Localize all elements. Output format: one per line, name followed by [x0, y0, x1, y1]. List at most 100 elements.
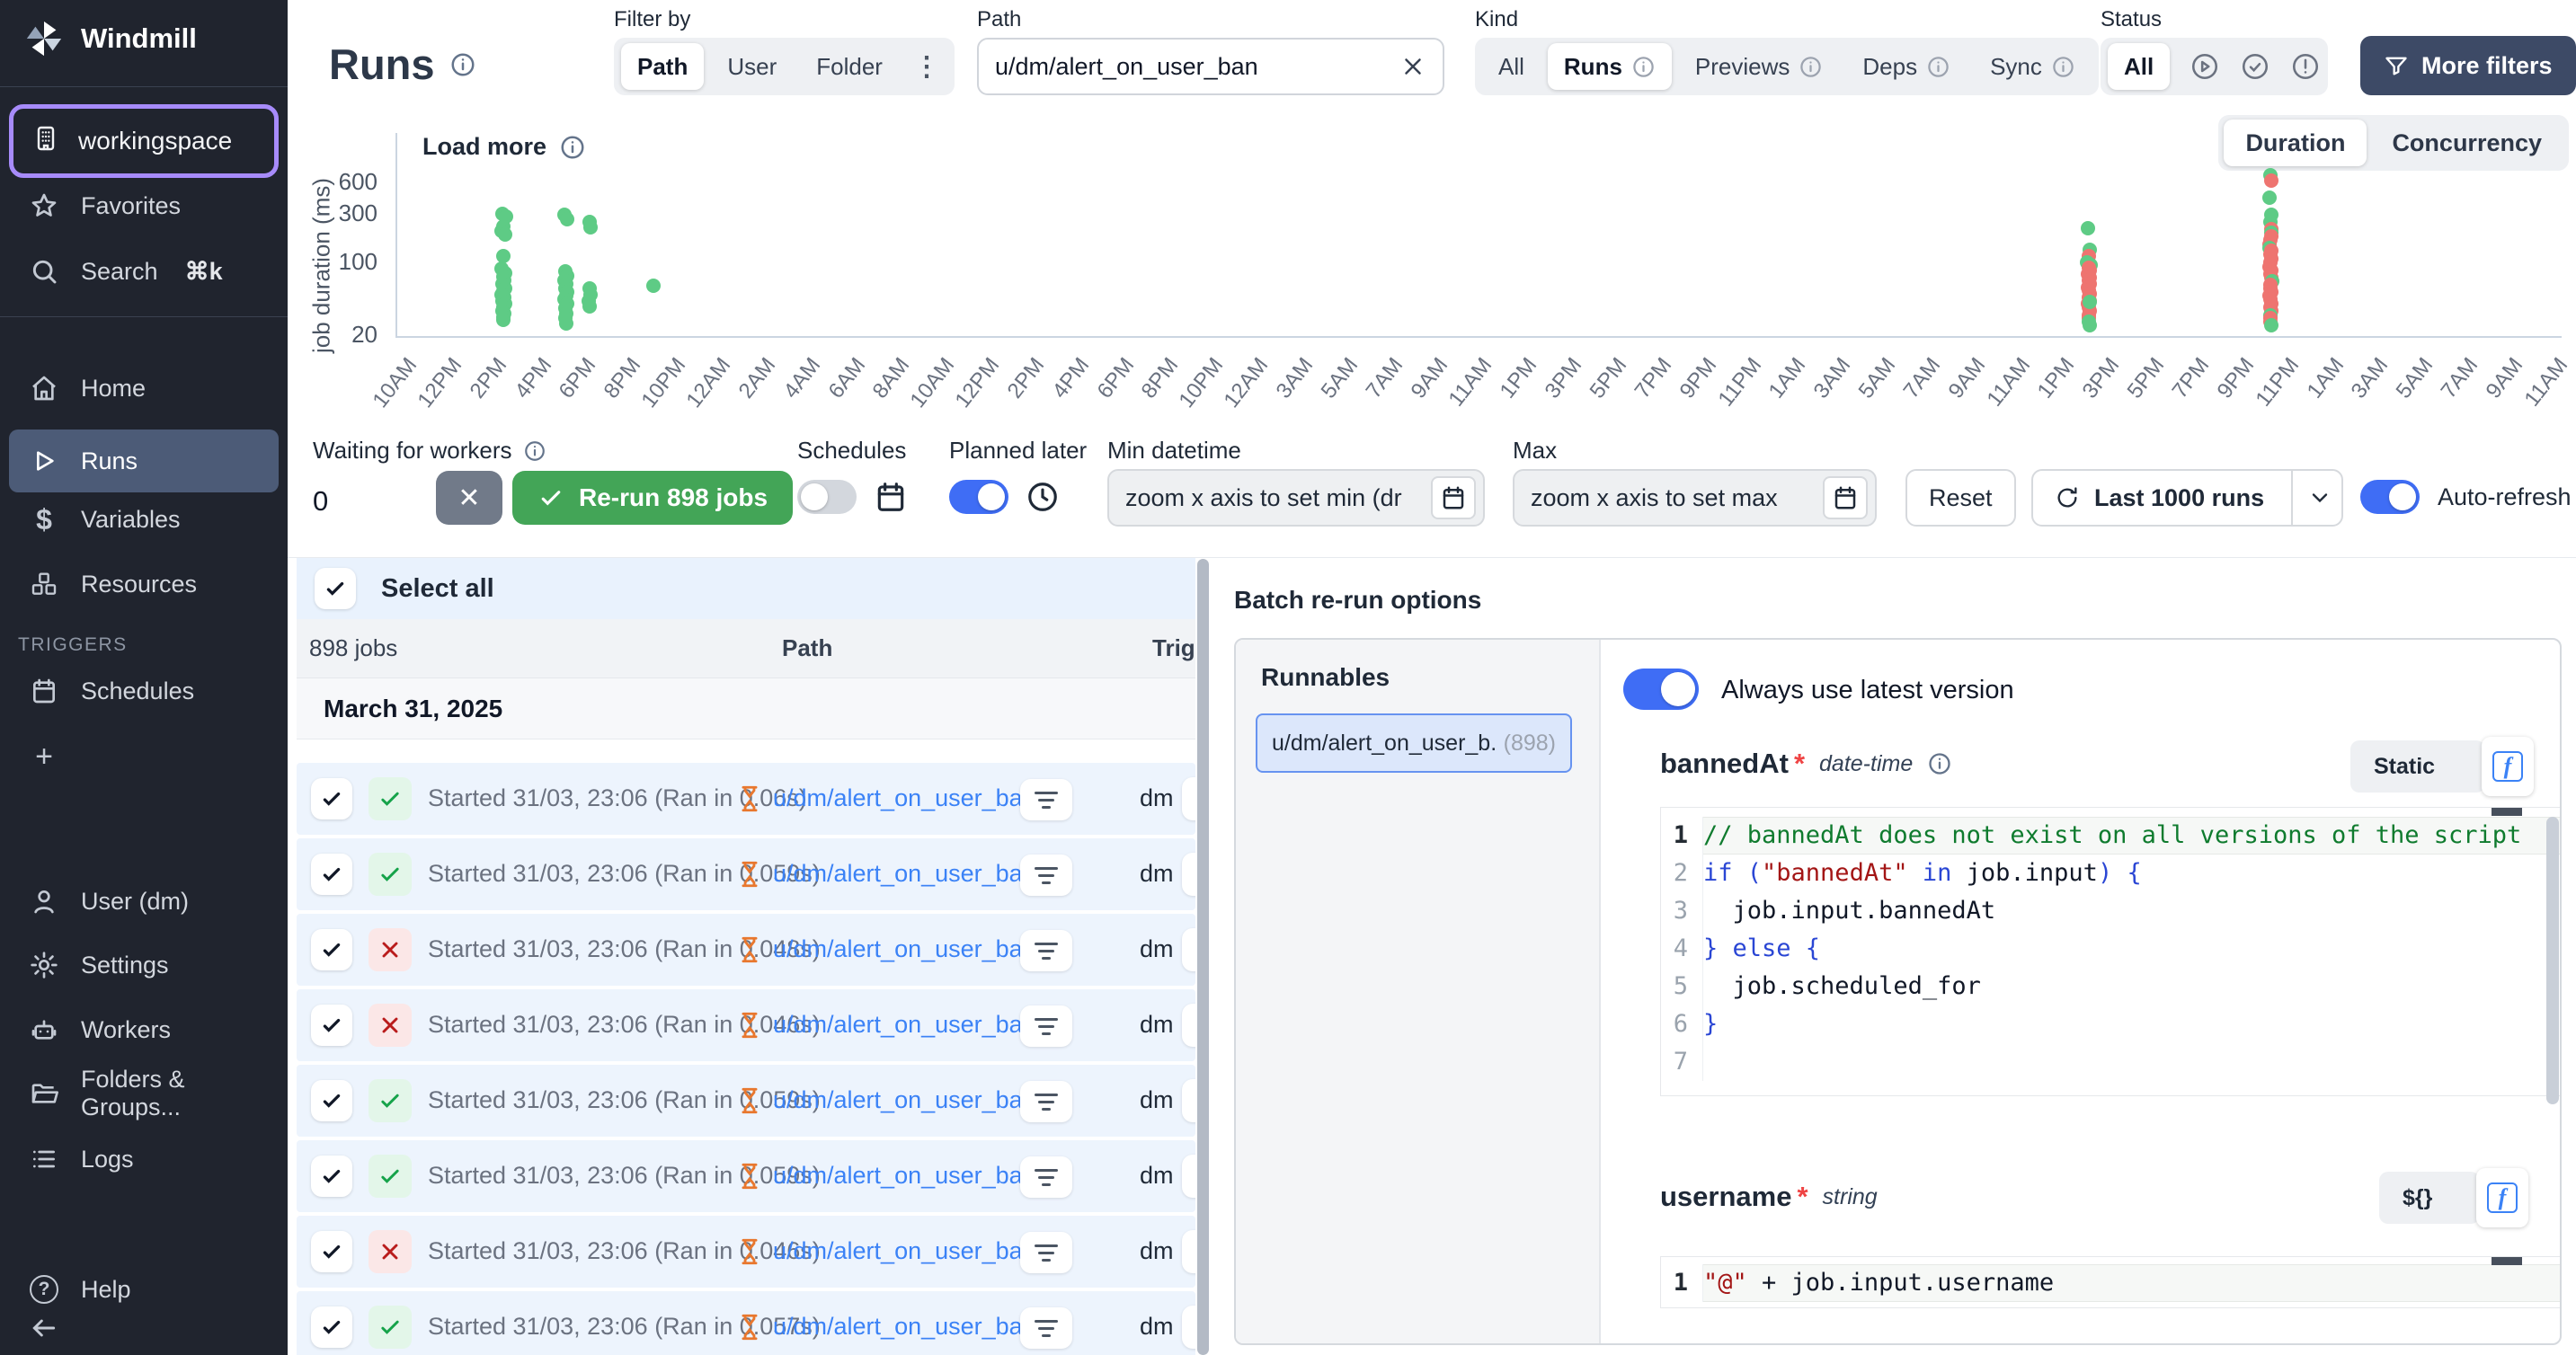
code-line[interactable]: 4} else { — [1661, 930, 2562, 968]
filter-by-option-path[interactable]: Path — [621, 43, 704, 90]
job-row[interactable]: Started 31/03, 23:06 (Ran in 0.046s) u/d… — [297, 1216, 1195, 1288]
plot-area[interactable] — [395, 133, 2562, 338]
kind-option-deps[interactable]: Deps — [1846, 43, 1967, 90]
sidebar-item-home[interactable]: Home — [9, 365, 279, 412]
calendar-button[interactable] — [1823, 476, 1868, 519]
data-point[interactable] — [582, 299, 597, 314]
runnable-item[interactable]: u/dm/alert_on_user_b... (898) — [1256, 713, 1572, 773]
kebab-menu-icon[interactable]: ⋮ — [906, 51, 947, 83]
javascript-mode-button[interactable]: f — [2476, 1168, 2528, 1227]
filter-path-button[interactable] — [1020, 1307, 1072, 1349]
code-line[interactable]: 3 job.input.bannedAt — [1661, 892, 2562, 930]
sidebar-item-runs[interactable]: Runs — [9, 430, 279, 492]
sidebar-item-logs[interactable]: Logs — [9, 1136, 279, 1182]
data-point[interactable] — [2083, 318, 2097, 332]
filter-path-button[interactable] — [1020, 779, 1072, 820]
data-point[interactable] — [2081, 221, 2095, 235]
data-point[interactable] — [560, 212, 574, 226]
run-path-link[interactable]: u/dm/alert_on_user_ban — [773, 784, 1036, 812]
kind-option-sync[interactable]: Sync — [1974, 43, 2092, 90]
kind-option-all[interactable]: All — [1482, 43, 1541, 90]
row-checkbox[interactable] — [311, 1231, 352, 1272]
sidebar-item-favorites[interactable]: Favorites — [9, 182, 279, 229]
sidebar-item-schedules[interactable]: Schedules — [9, 668, 279, 714]
planned-later-toggle[interactable] — [949, 480, 1008, 514]
code-line[interactable]: 5 job.scheduled_for — [1661, 968, 2562, 1005]
data-point[interactable] — [559, 316, 573, 331]
status-success-icon[interactable] — [2240, 51, 2270, 82]
sidebar-item-resources[interactable]: Resources — [9, 561, 279, 607]
data-point[interactable] — [2264, 318, 2278, 332]
data-point[interactable] — [2083, 295, 2097, 309]
clear-path-icon[interactable] — [1399, 53, 1426, 80]
data-point[interactable] — [498, 227, 512, 242]
column-header-path[interactable]: Path — [782, 634, 832, 662]
sidebar-item-variables[interactable]: $ Variables — [9, 496, 279, 543]
job-row[interactable]: Started 31/03, 23:06 (Ran in 0.059s) u/d… — [297, 1065, 1195, 1137]
code-line[interactable]: 1"@" + job.input.username — [1661, 1264, 2562, 1302]
interpolation-mode-button[interactable]: ${} — [2379, 1172, 2480, 1224]
code-line[interactable]: 2if ("bannedAt" in job.input) { — [1661, 855, 2562, 892]
job-row[interactable]: Started 31/03, 23:06 (Ran in 0.059s) u/d… — [297, 1140, 1195, 1212]
filter-by-option-user[interactable]: User — [711, 43, 793, 90]
data-point[interactable] — [583, 220, 598, 235]
list-scrollbar[interactable] — [1197, 559, 1209, 1355]
row-checkbox[interactable] — [311, 854, 352, 895]
status-running-icon[interactable] — [2190, 51, 2220, 82]
info-icon[interactable] — [449, 51, 476, 78]
run-path-link[interactable]: u/dm/alert_on_user_ban — [773, 1086, 1036, 1114]
sidebar-item-settings[interactable]: Settings — [9, 942, 279, 988]
run-path-link[interactable]: u/dm/alert_on_user_ban — [773, 1011, 1036, 1039]
filter-path-button[interactable] — [1020, 1081, 1072, 1122]
data-point[interactable] — [2264, 173, 2278, 188]
kind-option-runs[interactable]: Runs — [1548, 43, 1672, 90]
max-datetime-input[interactable]: zoom x axis to set max — [1513, 469, 1877, 527]
username-code-editor[interactable]: 1"@" + job.input.username — [1660, 1256, 2562, 1308]
job-row[interactable]: Started 31/03, 23:06 (Ran in 0.059s) u/d… — [297, 838, 1195, 910]
duration-chart[interactable]: Duration Concurrency Load more job durat… — [288, 115, 2576, 426]
more-filters-button[interactable]: More filters — [2360, 36, 2576, 95]
schedules-toggle[interactable] — [797, 480, 857, 514]
cancel-selection-button[interactable]: ✕ — [436, 471, 502, 525]
code-line[interactable]: 7 — [1661, 1043, 2562, 1081]
filter-path-button[interactable] — [1020, 855, 1072, 896]
status-all-option[interactable]: All — [2108, 43, 2170, 90]
bannedAt-code-editor[interactable]: 1// bannedAt does not exist on all versi… — [1660, 807, 2562, 1096]
row-checkbox[interactable] — [311, 778, 352, 819]
row-checkbox[interactable] — [311, 1156, 352, 1197]
run-path-link[interactable]: u/dm/alert_on_user_ban — [773, 860, 1036, 888]
editor-scrollbar[interactable] — [2546, 817, 2559, 1104]
data-point[interactable] — [496, 313, 511, 327]
rerun-jobs-button[interactable]: Re-run 898 jobs — [512, 471, 793, 525]
sidebar-item-folders[interactable]: Folders & Groups... — [9, 1070, 279, 1117]
row-checkbox[interactable] — [311, 1080, 352, 1121]
javascript-mode-button[interactable]: f — [2482, 737, 2534, 796]
select-all-checkbox[interactable] — [315, 568, 356, 609]
run-path-link[interactable]: u/dm/alert_on_user_ban — [773, 1162, 1036, 1190]
chevron-down-icon[interactable] — [2307, 485, 2332, 510]
info-icon[interactable] — [1927, 751, 1952, 776]
row-checkbox[interactable] — [311, 1306, 352, 1348]
sidebar-item-workers[interactable]: Workers — [9, 1006, 279, 1053]
job-row[interactable]: Started 31/03, 23:06 (Ran in 0.057s) u/d… — [297, 1291, 1195, 1355]
min-datetime-input[interactable]: zoom x axis to set min (dr — [1107, 469, 1485, 527]
static-mode-button[interactable]: Static — [2350, 740, 2485, 793]
job-row[interactable]: Started 31/03, 23:06 (Ran in 0.06s) u/dm… — [297, 763, 1195, 835]
row-checkbox[interactable] — [311, 1005, 352, 1046]
data-point[interactable] — [2262, 190, 2277, 205]
sidebar-add-button[interactable]: + — [9, 733, 279, 780]
filter-path-button[interactable] — [1020, 1005, 1072, 1047]
path-input[interactable]: u/dm/alert_on_user_ban — [977, 38, 1444, 95]
code-line[interactable]: 6} — [1661, 1005, 2562, 1043]
filter-path-button[interactable] — [1020, 1156, 1072, 1198]
kind-option-previews[interactable]: Previews — [1679, 43, 1839, 90]
run-path-link[interactable]: u/dm/alert_on_user_ban — [773, 1313, 1036, 1341]
filter-path-button[interactable] — [1020, 1232, 1072, 1273]
job-row[interactable]: Started 31/03, 23:06 (Ran in 0.046s) u/d… — [297, 989, 1195, 1061]
job-row[interactable]: Started 31/03, 23:06 (Ran in 0.048s) u/d… — [297, 914, 1195, 986]
reset-button[interactable]: Reset — [1905, 469, 2016, 527]
filter-path-button[interactable] — [1020, 930, 1072, 971]
last-runs-button[interactable]: Last 1000 runs — [2031, 469, 2343, 527]
sidebar-item-search[interactable]: Search ⌘k — [9, 248, 279, 295]
data-point[interactable] — [646, 279, 661, 293]
